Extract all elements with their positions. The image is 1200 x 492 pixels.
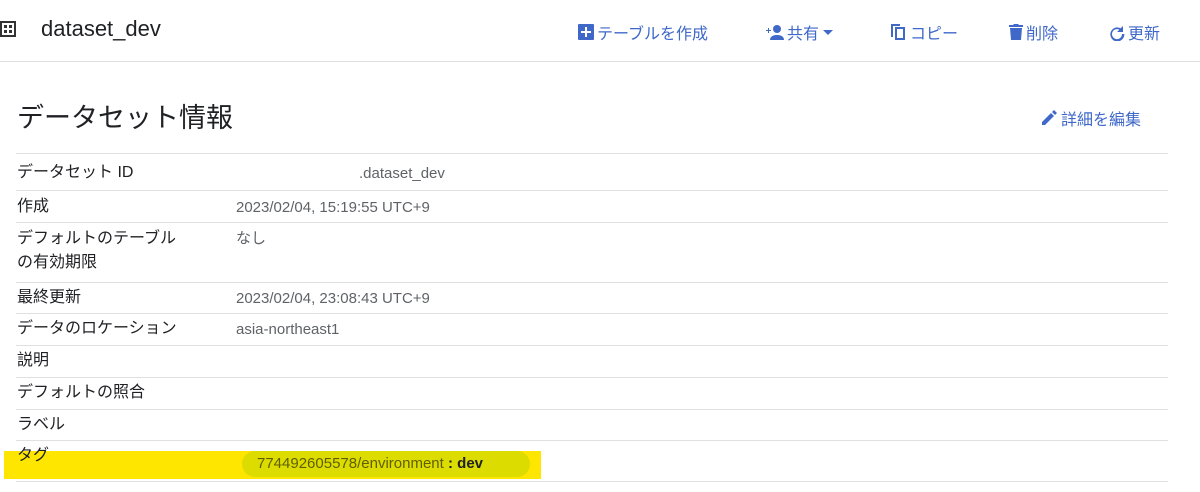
- create-table-label: テーブルを作成: [597, 26, 709, 43]
- trash-icon: [1009, 24, 1023, 40]
- refresh-label: 更新: [1128, 26, 1161, 43]
- dataset-icon: [0, 21, 16, 37]
- tag-separator: :: [443, 455, 458, 472]
- tag-key: 774492605578/environment: [257, 455, 444, 472]
- share-label: 共有: [787, 26, 820, 43]
- edit-details-button[interactable]: 詳細を編集: [1040, 106, 1141, 130]
- edit-details-label: 詳細を編集: [1061, 112, 1142, 129]
- row-key: 説明: [17, 352, 50, 369]
- share-button[interactable]: 共有: [763, 20, 835, 44]
- row-key: デフォルトの照合: [17, 384, 146, 401]
- copy-button[interactable]: コピー: [890, 20, 958, 44]
- copy-icon: [891, 24, 905, 40]
- section-title: データセット情報: [17, 103, 233, 133]
- row-key: 作成: [17, 198, 50, 215]
- table-row: データセット ID .dataset_dev: [16, 153, 1168, 190]
- row-key: デフォルトのテーブル の有効期限: [17, 230, 177, 271]
- table-row: 最終更新 2023/02/04, 23:08:43 UTC+9: [16, 282, 1168, 313]
- table-row: データのロケーション asia-northeast1: [16, 313, 1168, 345]
- refresh-button[interactable]: 更新: [1108, 20, 1160, 44]
- add-box-icon: [578, 24, 594, 40]
- table-row: 説明: [16, 345, 1168, 377]
- create-table-button[interactable]: テーブルを作成: [577, 20, 708, 44]
- tag-value: dev: [457, 455, 484, 472]
- row-key: タグ: [17, 447, 50, 464]
- table-row: ラベル: [16, 409, 1168, 440]
- row-value: 2023/02/04, 23:08:43 UTC+9: [236, 290, 430, 307]
- row-key: ラベル: [17, 416, 66, 433]
- person-add-icon: [766, 25, 784, 40]
- chevron-down-icon: [823, 30, 834, 35]
- row-key: 最終更新: [17, 289, 82, 306]
- refresh-icon: [1110, 26, 1125, 41]
- row-key: データセット ID: [17, 164, 134, 181]
- dataset-title: dataset_dev: [41, 16, 161, 41]
- delete-button[interactable]: 削除: [1008, 20, 1058, 44]
- delete-label: 削除: [1026, 26, 1059, 43]
- table-row: デフォルトの照合: [16, 377, 1168, 409]
- row-value: なし: [236, 230, 267, 247]
- copy-label: コピー: [910, 26, 959, 43]
- tag-chip[interactable]: 774492605578/environment : dev: [242, 451, 530, 477]
- table-row: 作成 2023/02/04, 15:19:55 UTC+9: [16, 190, 1168, 222]
- table-row: タグ: [16, 440, 1168, 482]
- row-value: 2023/02/04, 15:19:55 UTC+9: [236, 199, 430, 216]
- row-key: データのロケーション: [17, 320, 177, 337]
- header: dataset_dev テーブルを作成 共有 コピー 削除 更新: [0, 0, 1200, 62]
- row-value: asia-northeast1: [236, 321, 340, 338]
- row-value: .dataset_dev: [359, 165, 445, 182]
- dataset-info-table: データセット ID .dataset_dev 作成 2023/02/04, 15:1…: [16, 153, 1168, 482]
- pencil-icon: [1042, 110, 1057, 125]
- table-row: デフォルトのテーブル の有効期限 なし: [16, 222, 1168, 282]
